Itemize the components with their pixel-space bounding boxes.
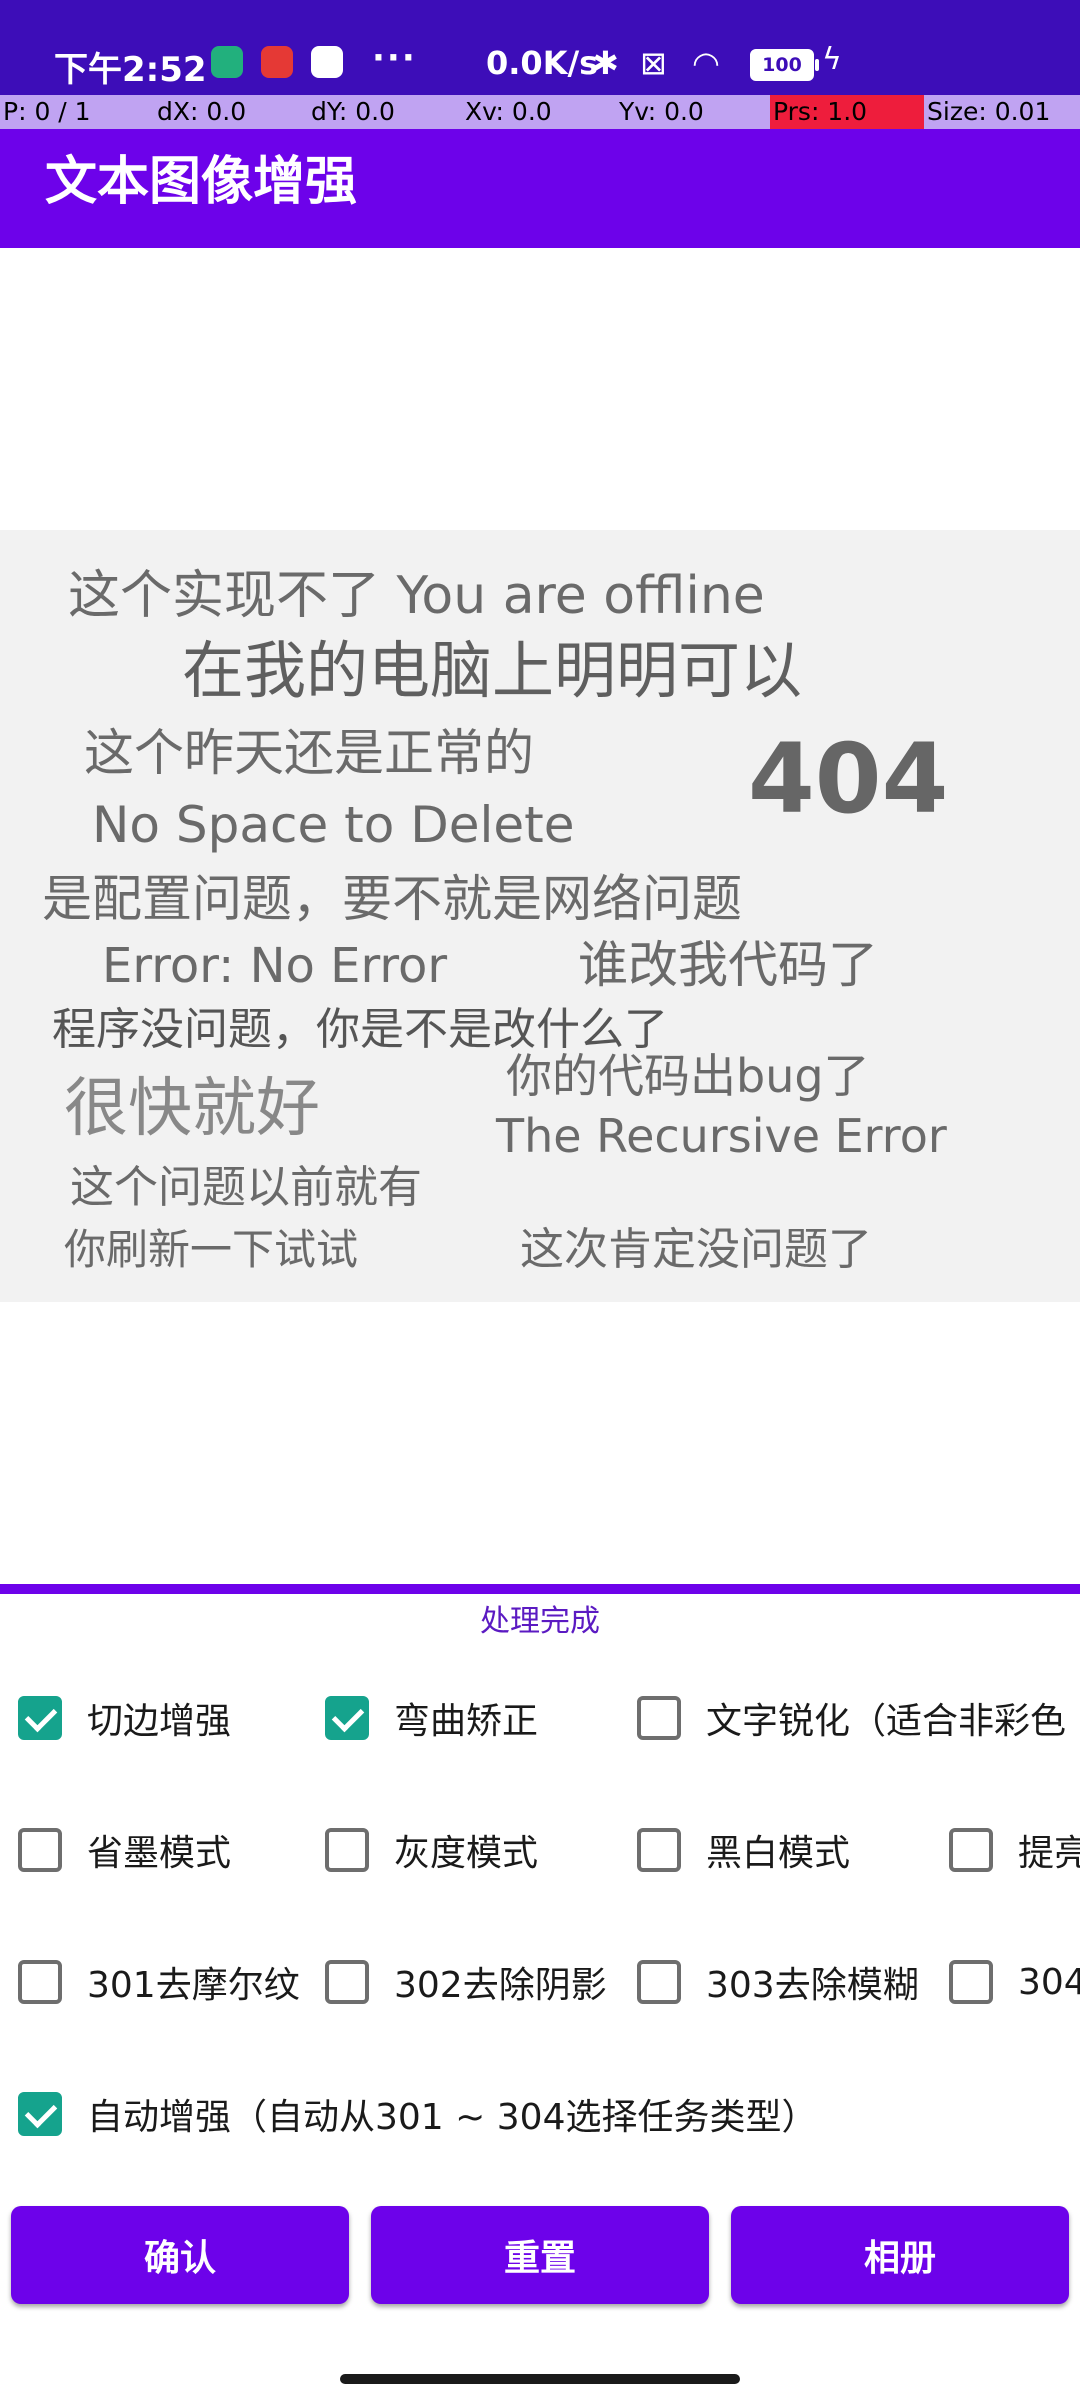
wifi-icon: ◠ <box>692 44 720 82</box>
toutiao-app-icon <box>261 46 293 78</box>
pointer-dy: dY: 0.0 <box>311 97 395 126</box>
image-text-line: 在我的电脑上明明可以 <box>182 634 802 707</box>
option-label: 304 <box>1018 1961 1080 2003</box>
app-bar: 文本图像增强 <box>0 129 1080 248</box>
status-time: 下午2:52 <box>54 50 207 90</box>
option-label: 黑白模式 <box>706 1833 851 1874</box>
option-grayscale[interactable]: 灰度模式 <box>325 1820 538 1880</box>
status-bar: 下午2:52 ··· 0.0K/s ✱ ⊠ ◠ 100 ϟ <box>0 0 1080 95</box>
option-auto-enhance[interactable]: 自动增强（自动从301 ~ 304选择任务类型） <box>18 2084 817 2144</box>
checkbox[interactable] <box>18 1960 62 2004</box>
reset-button[interactable]: 重置 <box>371 2206 709 2304</box>
option-label: 弯曲矫正 <box>394 1701 539 1742</box>
image-text-line: 这个昨天还是正常的 <box>84 724 534 782</box>
image-text-line: 你的代码出bug了 <box>506 1049 870 1103</box>
option-301-demoire[interactable]: 301去摩尔纹 <box>18 1952 300 2012</box>
pointer-pressure: Prs: 1.0 <box>770 95 924 129</box>
checkbox[interactable] <box>325 1696 369 1740</box>
pointer-dx: dX: 0.0 <box>157 97 247 126</box>
checkbox[interactable] <box>637 1696 681 1740</box>
option-text-sharpen[interactable]: 文字锐化（适合非彩色 <box>637 1688 1066 1748</box>
charging-icon: ϟ <box>822 42 842 77</box>
checkbox[interactable] <box>637 1828 681 1872</box>
option-label: 303去除模糊 <box>706 1965 919 2006</box>
pointer-count: P: 0 / 1 <box>3 97 91 126</box>
option-303-deblur[interactable]: 303去除模糊 <box>637 1952 919 2012</box>
preview-image: 这个实现不了 You are offline 在我的电脑上明明可以 这个昨天还是… <box>0 530 1080 1302</box>
option-304[interactable]: 304 <box>949 1952 1080 2012</box>
option-label: 灰度模式 <box>394 1833 539 1874</box>
browser-app-icon <box>311 46 343 78</box>
image-text-line: 你刷新一下试试 <box>64 1225 358 1274</box>
more-notifications-icon: ··· <box>372 38 417 78</box>
checkbox[interactable] <box>637 1960 681 2004</box>
checkbox[interactable] <box>18 2092 62 2136</box>
option-label: 省墨模式 <box>87 1833 232 1874</box>
shield-app-icon <box>211 46 243 78</box>
page-title: 文本图像增强 <box>45 152 358 212</box>
option-label: 302去除阴影 <box>394 1965 607 2006</box>
checkbox[interactable] <box>325 1828 369 1872</box>
image-text-line: 这次肯定没问题了 <box>520 1224 872 1275</box>
option-dewarp[interactable]: 弯曲矫正 <box>325 1688 538 1748</box>
home-indicator[interactable] <box>340 2374 740 2384</box>
pointer-size: Size: 0.01 <box>927 97 1051 126</box>
pointer-location-overlay: P: 0 / 1 dX: 0.0 dY: 0.0 Xv: 0.0 Yv: 0.0… <box>0 95 1080 129</box>
image-text-line: 谁改我代码了 <box>578 936 878 994</box>
image-text-line: Error: No Error <box>102 938 447 994</box>
option-black-white[interactable]: 黑白模式 <box>637 1820 850 1880</box>
confirm-button[interactable]: 确认 <box>11 2206 349 2304</box>
option-ink-saving[interactable]: 省墨模式 <box>18 1820 231 1880</box>
image-text-line: 这个问题以前就有 <box>70 1162 422 1213</box>
image-text-line: No Space to Delete <box>92 796 575 854</box>
pointer-xv: Xv: 0.0 <box>465 97 552 126</box>
option-label: 提亮 <box>1018 1833 1080 1874</box>
progress-divider <box>0 1584 1080 1594</box>
image-text-line: 404 <box>748 723 948 835</box>
checkbox[interactable] <box>949 1828 993 1872</box>
sim-off-icon: ⊠ <box>640 44 667 82</box>
option-label: 自动增强（自动从301 ~ 304选择任务类型） <box>87 2097 818 2138</box>
option-302-deshadow[interactable]: 302去除阴影 <box>325 1952 607 2012</box>
image-text-line: 这个实现不了 You are offline <box>68 566 765 626</box>
checkbox[interactable] <box>18 1828 62 1872</box>
checkbox[interactable] <box>18 1696 62 1740</box>
album-button[interactable]: 相册 <box>731 2206 1069 2304</box>
option-brighten[interactable]: 提亮 <box>949 1820 1080 1880</box>
network-speed: 0.0K/s <box>486 44 599 82</box>
battery-icon: 100 <box>750 49 819 81</box>
status-text: 处理完成 <box>480 1604 600 1639</box>
image-text-line: 程序没问题，你是不是改什么了 <box>52 1004 668 1055</box>
bluetooth-icon: ✱ <box>592 44 619 82</box>
option-crop-enhance[interactable]: 切边增强 <box>18 1688 231 1748</box>
option-label: 文字锐化（适合非彩色 <box>706 1701 1067 1742</box>
pointer-yv: Yv: 0.0 <box>619 97 704 126</box>
image-text-line: 是配置问题，要不就是网络问题 <box>42 870 742 928</box>
image-text-line: 很快就好 <box>64 1072 320 1146</box>
checkbox[interactable] <box>325 1960 369 2004</box>
checkbox[interactable] <box>949 1960 993 2004</box>
image-text-line: The Recursive Error <box>495 1109 947 1163</box>
option-label: 301去摩尔纹 <box>87 1965 300 2006</box>
option-label: 切边增强 <box>87 1701 232 1742</box>
preview-image-canvas: 这个实现不了 You are offline 在我的电脑上明明可以 这个昨天还是… <box>0 530 1080 1302</box>
